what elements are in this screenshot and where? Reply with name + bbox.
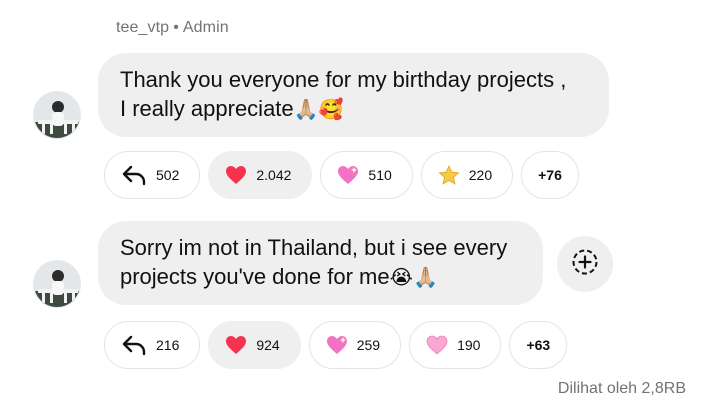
avatar-photo	[34, 261, 80, 307]
reaction-count: 259	[356, 337, 381, 353]
red-heart-icon	[225, 335, 247, 355]
sender-role: Admin	[182, 19, 229, 36]
more-reactions-count: +76	[538, 167, 562, 183]
avatar[interactable]	[33, 91, 81, 139]
add-reaction-button[interactable]	[557, 236, 613, 292]
reaction-count: 190	[457, 337, 481, 353]
reply-count: 216	[156, 337, 180, 353]
reaction-bar: 502 2.042 510 220 +76	[104, 151, 579, 199]
message-line: I really appreciate	[120, 96, 294, 121]
message-line: projects you've done for me	[120, 264, 390, 289]
reply-count: 502	[156, 167, 180, 183]
message-bubble[interactable]: Thank you everyone for my birthday proje…	[98, 53, 609, 137]
reaction-count: 924	[256, 337, 280, 353]
reply-icon	[121, 164, 147, 186]
reaction-bar: 216 924 259 190 +63	[104, 321, 568, 369]
message-bubble[interactable]: Sorry im not in Thailand, but i see ever…	[98, 221, 543, 305]
reply-icon	[121, 334, 147, 356]
sender-line: tee_vtp • Admin	[116, 19, 229, 37]
reaction-pink-heart-button[interactable]: 190	[409, 321, 502, 369]
reaction-count: 220	[468, 167, 493, 183]
add-reaction-icon	[571, 248, 599, 281]
seen-by-label[interactable]: Dilihat oleh 2,8RB	[558, 380, 686, 398]
reaction-sparkling-heart-button[interactable]: 259	[308, 321, 402, 369]
separator-dot: •	[173, 19, 179, 36]
message-emoji: 🙏🏼🥰	[293, 99, 344, 121]
message-emoji: 😭🙏🏼	[389, 267, 438, 289]
avatar-photo	[34, 92, 80, 138]
more-reactions-button[interactable]: +76	[521, 151, 579, 199]
avatar[interactable]	[33, 260, 81, 308]
sparkling-heart-icon	[326, 335, 348, 355]
message-line: Sorry im not in Thailand, but i see ever…	[120, 235, 508, 260]
more-reactions-button[interactable]: +63	[509, 321, 568, 369]
reaction-heart-button[interactable]: 2.042	[208, 151, 313, 199]
reaction-sparkling-heart-button[interactable]: 510	[320, 151, 413, 199]
sparkling-heart-icon	[337, 165, 359, 185]
reaction-count: 2.042	[256, 167, 292, 183]
reaction-heart-button[interactable]: 924	[208, 321, 301, 369]
pink-heart-icon	[426, 335, 448, 355]
reaction-count: 510	[368, 167, 392, 183]
star-icon	[438, 164, 460, 186]
message-line: Thank you everyone for my birthday proje…	[120, 67, 567, 92]
reply-count-button[interactable]: 502	[104, 151, 201, 199]
sender-name[interactable]: tee_vtp	[116, 19, 169, 36]
red-heart-icon	[225, 165, 247, 185]
reply-count-button[interactable]: 216	[104, 321, 201, 369]
reaction-star-button[interactable]: 220	[420, 151, 514, 199]
more-reactions-count: +63	[526, 337, 551, 353]
